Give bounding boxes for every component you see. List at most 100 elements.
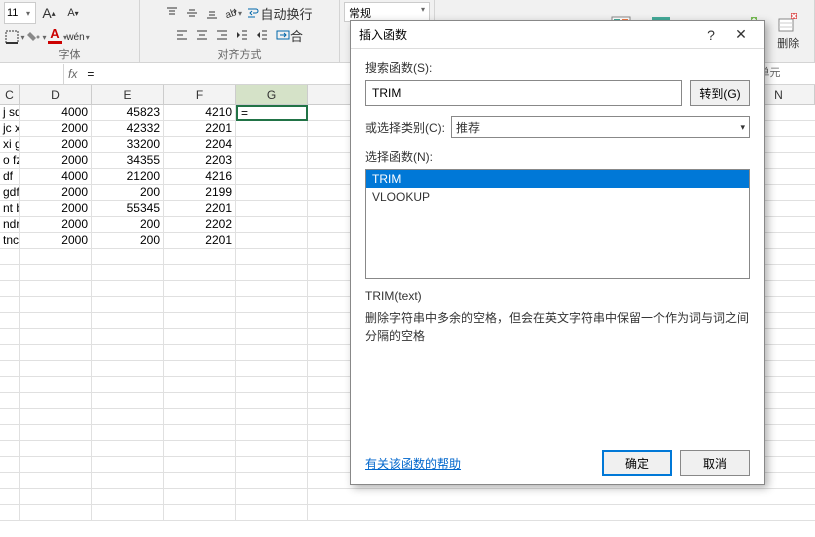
cell[interactable]	[0, 345, 20, 361]
cell[interactable]	[20, 313, 92, 329]
cell[interactable]	[236, 297, 308, 313]
cell[interactable]	[0, 281, 20, 297]
col-header-f[interactable]: F	[164, 85, 236, 104]
cancel-button[interactable]: 取消	[680, 450, 750, 476]
cell[interactable]	[92, 441, 164, 457]
name-box[interactable]	[0, 64, 64, 84]
cell[interactable]: 200	[92, 185, 164, 201]
cell[interactable]: 55345	[92, 201, 164, 217]
align-middle-button[interactable]	[182, 2, 202, 24]
col-header-e[interactable]: E	[92, 85, 164, 104]
cell[interactable]: 45823	[92, 105, 164, 121]
cell[interactable]	[92, 313, 164, 329]
cell[interactable]: 2204	[164, 137, 236, 153]
cell[interactable]	[0, 393, 20, 409]
cell[interactable]	[236, 361, 308, 377]
cell[interactable]: 200	[92, 217, 164, 233]
cell[interactable]	[236, 505, 308, 521]
cell[interactable]	[92, 505, 164, 521]
cell[interactable]	[20, 297, 92, 313]
cell[interactable]	[236, 377, 308, 393]
cell[interactable]	[0, 489, 20, 505]
cell[interactable]	[236, 281, 308, 297]
cell[interactable]	[20, 329, 92, 345]
cell[interactable]	[236, 489, 308, 505]
cell[interactable]	[92, 473, 164, 489]
cell[interactable]	[20, 249, 92, 265]
cell[interactable]	[164, 425, 236, 441]
cell[interactable]	[236, 217, 308, 233]
cell[interactable]	[20, 505, 92, 521]
cell[interactable]	[20, 489, 92, 505]
cell[interactable]	[236, 473, 308, 489]
cell[interactable]	[164, 361, 236, 377]
cell[interactable]: 2000	[20, 137, 92, 153]
cell[interactable]	[236, 345, 308, 361]
cell[interactable]	[0, 249, 20, 265]
cell[interactable]	[92, 377, 164, 393]
cell[interactable]	[164, 265, 236, 281]
cell[interactable]	[92, 265, 164, 281]
cell[interactable]	[164, 281, 236, 297]
cell[interactable]	[0, 297, 20, 313]
cell[interactable]	[236, 425, 308, 441]
cell[interactable]: 2199	[164, 185, 236, 201]
cell[interactable]	[92, 329, 164, 345]
cell[interactable]	[0, 505, 20, 521]
cell[interactable]	[0, 361, 20, 377]
align-top-button[interactable]	[162, 2, 182, 24]
cell[interactable]	[236, 409, 308, 425]
cell[interactable]	[164, 409, 236, 425]
cell[interactable]: nt b	[0, 201, 20, 217]
cell[interactable]	[164, 505, 236, 521]
cell[interactable]	[164, 297, 236, 313]
cell[interactable]	[0, 377, 20, 393]
cell[interactable]: xi g	[0, 137, 20, 153]
cell[interactable]	[20, 345, 92, 361]
cell[interactable]	[236, 249, 308, 265]
cell[interactable]: 2000	[20, 233, 92, 249]
cell[interactable]: 21200	[92, 169, 164, 185]
cell[interactable]	[236, 393, 308, 409]
cell[interactable]	[164, 489, 236, 505]
cell[interactable]	[164, 377, 236, 393]
cell[interactable]: 2201	[164, 201, 236, 217]
decrease-font-button[interactable]: A▾	[62, 2, 84, 24]
cell[interactable]: 33200	[92, 137, 164, 153]
cell[interactable]: df	[0, 169, 20, 185]
cell[interactable]	[0, 265, 20, 281]
cell[interactable]	[92, 409, 164, 425]
cell[interactable]	[164, 249, 236, 265]
function-help-link[interactable]: 有关该函数的帮助	[365, 455, 594, 472]
number-format-combo[interactable]: 常规▾	[344, 2, 430, 22]
cell[interactable]	[20, 457, 92, 473]
wrap-text-button[interactable]: 自动换行	[242, 2, 316, 24]
cell[interactable]	[236, 137, 308, 153]
cell[interactable]: ndrgd	[0, 217, 20, 233]
function-list[interactable]: TRIM VLOOKUP	[365, 169, 750, 279]
dialog-titlebar[interactable]: 插入函数 ? ✕	[351, 21, 764, 49]
cell[interactable]: 2000	[20, 217, 92, 233]
cell[interactable]	[0, 457, 20, 473]
cell[interactable]	[92, 281, 164, 297]
cell[interactable]: 4216	[164, 169, 236, 185]
cell[interactable]: 200	[92, 233, 164, 249]
cell[interactable]	[92, 361, 164, 377]
cell[interactable]: j sd	[0, 105, 20, 121]
cell[interactable]: jc xj	[0, 121, 20, 137]
cell[interactable]	[20, 393, 92, 409]
cell[interactable]	[164, 473, 236, 489]
cell[interactable]	[236, 233, 308, 249]
cell[interactable]: 2202	[164, 217, 236, 233]
cell[interactable]	[20, 265, 92, 281]
cell[interactable]	[236, 441, 308, 457]
cell[interactable]	[20, 441, 92, 457]
fx-icon[interactable]: fx	[68, 67, 77, 81]
category-select[interactable]: 推荐 ▾	[451, 116, 750, 138]
cell[interactable]	[0, 441, 20, 457]
close-icon[interactable]: ✕	[726, 26, 756, 43]
cell[interactable]: 2201	[164, 121, 236, 137]
cell[interactable]: 4000	[20, 105, 92, 121]
increase-font-button[interactable]: A▴	[38, 2, 60, 24]
cell[interactable]: gdf	[0, 185, 20, 201]
